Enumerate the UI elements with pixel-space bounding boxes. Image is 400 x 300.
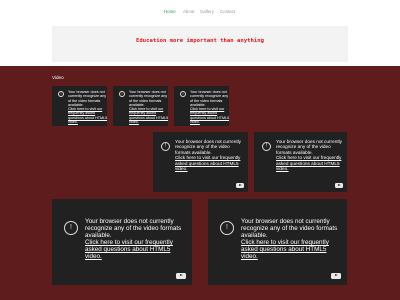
html5-faq-link[interactable]: Click here to visit our frequently asked…: [68, 107, 107, 124]
video-player[interactable]: ! Your browser does not currently recogn…: [52, 86, 107, 126]
nav-link-home[interactable]: Home: [164, 9, 176, 15]
html5-faq-link[interactable]: Click here to visit our frequently asked…: [276, 155, 346, 171]
video-error-text: Your browser does not currently recogniz…: [276, 139, 343, 155]
video-error-message: Your browser does not currently recogniz…: [241, 218, 339, 261]
alert-circle-icon: !: [161, 142, 170, 151]
youtube-logo-icon[interactable]: [176, 273, 186, 279]
youtube-logo-icon[interactable]: [331, 273, 341, 279]
video-player[interactable]: ! Your browser does not currently recogn…: [208, 199, 347, 285]
nav-link-gallery[interactable]: Gallery: [200, 9, 214, 15]
alert-circle-icon: !: [58, 91, 64, 97]
alert-circle-icon: !: [64, 221, 78, 235]
video-player[interactable]: ! Your browser does not currently recogn…: [113, 86, 168, 126]
video-error-message: Your browser does not currently recogniz…: [175, 139, 245, 171]
video-player[interactable]: ! Your browser does not currently recogn…: [174, 86, 229, 126]
section-title: Video: [52, 75, 64, 80]
video-error-message: Your browser does not currently recogniz…: [85, 218, 183, 261]
video-error-text: Your browser does not currently recogniz…: [190, 90, 229, 107]
html5-faq-link[interactable]: Click here to visit our frequently asked…: [175, 155, 245, 171]
alert-circle-icon: !: [262, 142, 271, 151]
alert-circle-icon: !: [180, 91, 186, 97]
video-error-text: Your browser does not currently recogniz…: [241, 218, 338, 240]
top-nav: Home About Gallery Contact: [0, 0, 400, 26]
hero-banner: Education more important than anything: [52, 26, 348, 62]
html5-faq-link[interactable]: Click here to visit our frequently asked…: [129, 107, 168, 124]
alert-circle-icon: !: [119, 91, 125, 97]
video-error-text: Your browser does not currently recogniz…: [175, 139, 242, 155]
youtube-logo-icon[interactable]: [335, 183, 343, 188]
video-error-message: Your browser does not currently recogniz…: [190, 90, 229, 124]
nav-link-contact[interactable]: Contact: [220, 9, 235, 15]
hero-headline: Education more important than anything: [136, 38, 264, 44]
video-player[interactable]: ! Your browser does not currently recogn…: [52, 199, 192, 285]
video-error-text: Your browser does not currently recogniz…: [68, 90, 107, 107]
alert-circle-icon: !: [220, 221, 234, 235]
html5-faq-link[interactable]: Click here to visit our frequently asked…: [241, 239, 339, 260]
youtube-logo-icon[interactable]: [236, 183, 244, 188]
video-error-text: Your browser does not currently recogniz…: [85, 218, 182, 240]
html5-faq-link[interactable]: Click here to visit our frequently asked…: [190, 107, 229, 124]
video-error-message: Your browser does not currently recogniz…: [276, 139, 346, 171]
video-error-message: Your browser does not currently recogniz…: [129, 90, 168, 124]
video-player[interactable]: ! Your browser does not currently recogn…: [153, 132, 248, 192]
video-error-text: Your browser does not currently recogniz…: [129, 90, 168, 107]
video-error-message: Your browser does not currently recogniz…: [68, 90, 107, 124]
video-player[interactable]: ! Your browser does not currently recogn…: [254, 132, 347, 192]
html5-faq-link[interactable]: Click here to visit our frequently asked…: [85, 239, 183, 260]
nav-link-about[interactable]: About: [183, 9, 194, 15]
